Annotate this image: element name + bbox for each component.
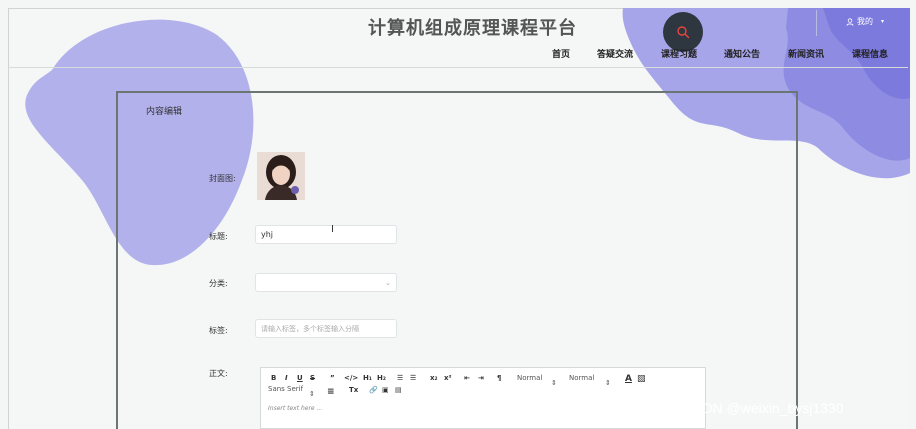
title-input[interactable]: yhj (255, 225, 397, 244)
tags-label: 标签: (209, 326, 228, 335)
font-family-select[interactable]: Sans Serif (268, 385, 303, 393)
clear-format-icon[interactable]: Tx (349, 386, 358, 394)
cover-image[interactable] (257, 152, 305, 200)
site-title: 计算机组成原理课程平台 (368, 18, 577, 39)
avatar-photo (257, 152, 305, 200)
italic-button[interactable]: I (285, 374, 288, 382)
nav-home[interactable]: 首页 (552, 47, 570, 61)
watermark: CSDN @weixin_bysj1330 (683, 400, 844, 416)
cover-label: 封面图: (209, 174, 236, 183)
bullet-list-icon[interactable]: ☰ (410, 374, 416, 382)
user-icon (846, 17, 854, 26)
body-label: 正文: (209, 369, 228, 378)
font-size-select[interactable]: Normal (569, 374, 594, 382)
card-title: 内容编辑 (146, 107, 183, 117)
user-menu-label: 我的 (857, 17, 873, 26)
search-icon (677, 26, 690, 39)
indent-icon[interactable]: ⇥ (478, 374, 484, 382)
strike-button[interactable]: S (310, 374, 315, 382)
nav-course-info[interactable]: 课程信息 (852, 47, 888, 61)
tags-input-placeholder: 请输入标签，多个标签输入分隔 (261, 324, 359, 333)
category-select[interactable]: ⌄ (255, 273, 397, 292)
chevron-updown-icon: ⇕ (605, 379, 611, 387)
image-icon[interactable]: ▣ (382, 386, 389, 394)
heading1-button[interactable]: H₁ (363, 374, 372, 382)
editor-placeholder: Insert text here ... (268, 405, 323, 412)
chevron-updown-icon: ⇕ (551, 379, 557, 387)
text-color-icon[interactable]: A (625, 374, 632, 384)
superscript-button[interactable]: x² (444, 374, 452, 382)
code-icon[interactable]: </> (344, 374, 358, 382)
title-input-value: yhj (261, 230, 274, 239)
text-cursor-icon: I (331, 224, 334, 235)
title-label: 标题: (209, 232, 228, 241)
video-icon[interactable]: ▤ (395, 386, 402, 394)
header-size-select[interactable]: Normal (517, 374, 542, 382)
search-button[interactable] (663, 12, 703, 52)
background-color-icon[interactable]: ▧ (637, 374, 646, 384)
tags-input[interactable]: 请输入标签，多个标签输入分隔 (255, 319, 397, 338)
text-direction-icon[interactable]: ¶ (497, 374, 501, 382)
align-icon[interactable]: ≡ (327, 387, 335, 397)
chevron-down-icon: ▾ (881, 18, 885, 25)
heading2-button[interactable]: H₂ (377, 374, 386, 382)
nav-exercises[interactable]: 课程习题 (661, 47, 697, 61)
bold-button[interactable]: B (271, 374, 276, 382)
underline-button[interactable]: U (297, 374, 303, 382)
header-divider (816, 10, 817, 36)
nav-qa[interactable]: 答疑交流 (597, 47, 633, 61)
outdent-icon[interactable]: ⇤ (464, 374, 470, 382)
subscript-button[interactable]: x₂ (430, 374, 438, 382)
link-icon[interactable]: 🔗 (369, 386, 378, 394)
chevron-updown-icon: ⇕ (309, 390, 315, 398)
nav-notices[interactable]: 通知公告 (724, 47, 760, 61)
chevron-down-icon: ⌄ (385, 278, 391, 287)
top-header: 计算机组成原理课程平台 (8, 8, 908, 68)
blockquote-icon[interactable]: ” (330, 374, 335, 382)
ordered-list-icon[interactable]: ☰ (397, 374, 403, 382)
user-menu[interactable]: 我的 ▾ (846, 16, 884, 27)
category-label: 分类: (209, 279, 228, 288)
nav-news[interactable]: 新闻资讯 (788, 47, 824, 61)
